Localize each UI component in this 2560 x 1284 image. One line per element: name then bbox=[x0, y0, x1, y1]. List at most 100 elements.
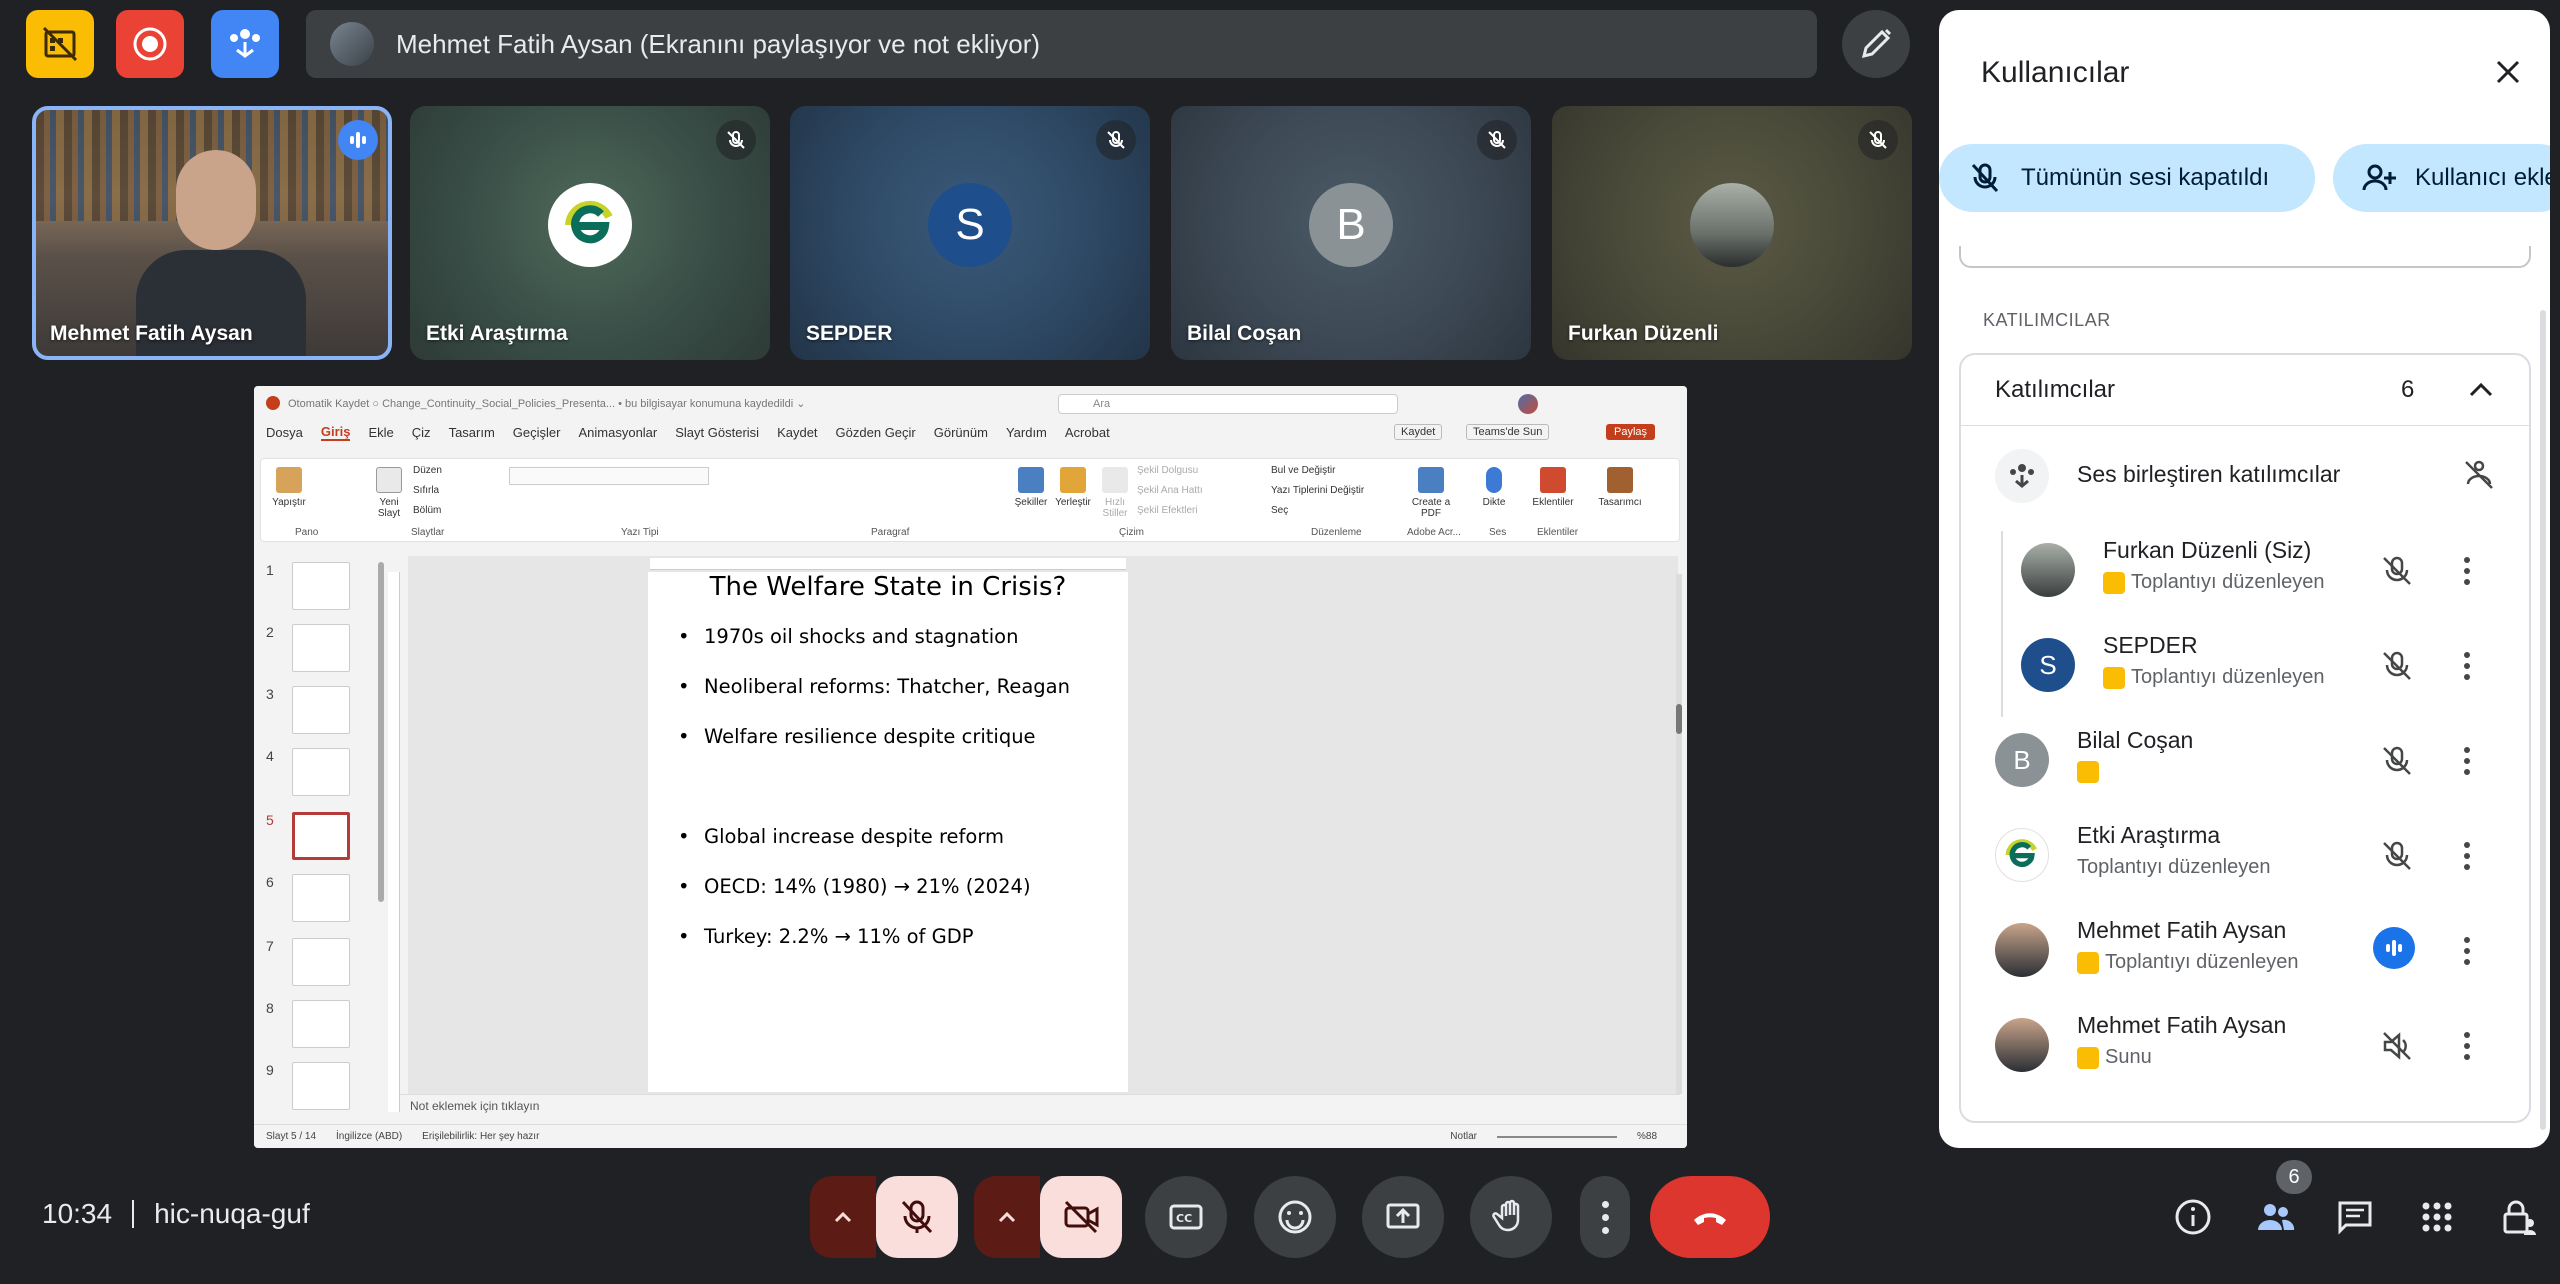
more-options-button[interactable] bbox=[1580, 1176, 1630, 1258]
pp-select[interactable]: Seç bbox=[1271, 505, 1288, 516]
pp-menu-gorunum[interactable]: Görünüm bbox=[934, 425, 988, 440]
close-panel-button[interactable] bbox=[2480, 44, 2536, 100]
current-slide[interactable]: The Welfare State in Crisis? 1970s oil s… bbox=[648, 572, 1128, 1092]
pp-menu-gecisler[interactable]: Geçişler bbox=[513, 425, 561, 440]
mute-all-chip[interactable]: Tümünün sesi kapatıldı bbox=[1939, 144, 2315, 212]
more-options-icon[interactable] bbox=[2457, 832, 2477, 880]
participant-row-bilal[interactable]: B Bilal Coşan bbox=[1961, 713, 2529, 808]
activities-apps-button[interactable] bbox=[2410, 1190, 2464, 1244]
pp-quick-styles-button[interactable]: Hızlı Stiller bbox=[1097, 467, 1133, 519]
pp-addins-button[interactable]: Eklentiler bbox=[1531, 467, 1575, 508]
tile-bilal[interactable]: B Bilal Coşan bbox=[1171, 106, 1531, 360]
more-options-icon[interactable] bbox=[2457, 1022, 2477, 1070]
pp-arrange-button[interactable]: Yerleştir bbox=[1053, 467, 1093, 508]
pp-create-pdf-button[interactable]: Create a PDF bbox=[1411, 467, 1451, 519]
thumb-slide-8[interactable]: 8 bbox=[260, 1000, 400, 1056]
participant-row-mehmet-presentation[interactable]: Mehmet Fatih Aysan Sunu bbox=[1961, 998, 2529, 1093]
tile-furkan[interactable]: Furkan Düzenli bbox=[1552, 106, 1912, 360]
pp-teams-button[interactable]: Teams'de Sun bbox=[1466, 424, 1550, 440]
pp-search-input[interactable]: Ara bbox=[1058, 394, 1398, 414]
pp-menu-ciz[interactable]: Çiz bbox=[412, 425, 431, 440]
presentation-audio-button[interactable] bbox=[2373, 1022, 2421, 1070]
pp-layout-button[interactable]: Düzen bbox=[413, 465, 442, 476]
pp-menu-acrobat[interactable]: Acrobat bbox=[1065, 425, 1110, 440]
more-options-icon[interactable] bbox=[2457, 547, 2477, 595]
pp-menu-dosya[interactable]: Dosya bbox=[266, 425, 303, 440]
participant-mic-button[interactable] bbox=[2373, 737, 2421, 785]
thumb-scrollbar[interactable] bbox=[378, 562, 384, 902]
more-options-icon[interactable] bbox=[2457, 737, 2477, 785]
pp-designer-button[interactable]: Tasarımcı bbox=[1595, 467, 1645, 508]
activities-button[interactable] bbox=[211, 10, 279, 78]
pp-shape-outline[interactable]: Şekil Ana Hattı bbox=[1137, 485, 1203, 496]
notes-toggle[interactable]: Notlar bbox=[1450, 1131, 1477, 1142]
pp-list-buttons[interactable] bbox=[789, 467, 969, 485]
language-indicator[interactable]: İngilizce (ABD) bbox=[336, 1131, 402, 1142]
participant-row-sepder[interactable]: S SEPDER Toplantıyı düzenleyen bbox=[1961, 618, 2529, 713]
participant-row-group[interactable]: Ses birleştiren katılımcılar bbox=[1961, 429, 2529, 524]
tile-sepder[interactable]: S SEPDER bbox=[790, 106, 1150, 360]
reactions-button[interactable] bbox=[1254, 1176, 1336, 1258]
captions-button[interactable]: CC bbox=[1145, 1176, 1227, 1258]
camera-toggle-button[interactable] bbox=[1040, 1176, 1122, 1258]
zoom-slider[interactable] bbox=[1496, 1135, 1617, 1138]
pp-shape-effects[interactable]: Şekil Efektleri bbox=[1137, 505, 1198, 516]
more-options-icon[interactable] bbox=[2457, 642, 2477, 690]
pp-menu-ekle[interactable]: Ekle bbox=[368, 425, 393, 440]
pp-shapes-button[interactable]: Şekiller bbox=[1011, 467, 1051, 508]
meeting-details-button[interactable] bbox=[2166, 1190, 2220, 1244]
accessibility-indicator[interactable]: Erişilebilirlik: Her şey hazır bbox=[422, 1131, 539, 1142]
annotate-button[interactable] bbox=[1842, 10, 1910, 78]
pp-record-button[interactable]: Kaydet bbox=[1394, 424, 1443, 440]
audio-options-button[interactable] bbox=[810, 1176, 876, 1258]
people-button[interactable] bbox=[2248, 1190, 2302, 1244]
pp-paste-button[interactable]: Yapıştır bbox=[269, 467, 309, 508]
pp-menu-giris[interactable]: Giriş bbox=[320, 424, 351, 441]
pp-share-button[interactable]: Paylaş bbox=[1606, 424, 1656, 440]
leave-call-button[interactable] bbox=[1650, 1176, 1770, 1258]
pp-reset-button[interactable]: Sıfırla bbox=[413, 485, 439, 496]
host-controls-lock-button[interactable] bbox=[2492, 1190, 2546, 1244]
panel-scrollbar[interactable] bbox=[2540, 310, 2546, 1130]
shared-screen-powerpoint[interactable]: Otomatik Kaydet ○ Change_Continuity_Soci… bbox=[254, 386, 1687, 1148]
pp-menu-yardim[interactable]: Yardım bbox=[1006, 425, 1047, 440]
pp-menu-gozden-gecir[interactable]: Gözden Geçir bbox=[836, 425, 916, 440]
video-options-button[interactable] bbox=[974, 1176, 1040, 1258]
host-controls-button[interactable] bbox=[26, 10, 94, 78]
pp-menu-kaydet[interactable]: Kaydet bbox=[777, 425, 817, 440]
pp-font-select[interactable] bbox=[509, 467, 709, 485]
pp-menu-slayt-gosterisi[interactable]: Slayt Gösterisi bbox=[675, 425, 759, 440]
thumb-slide-9[interactable]: 9 bbox=[260, 1062, 400, 1118]
pp-replace-fonts[interactable]: Yazı Tiplerini Değiştir bbox=[1271, 485, 1364, 496]
more-options-icon[interactable] bbox=[2457, 927, 2477, 975]
thumb-slide-7[interactable]: 7 bbox=[260, 938, 400, 994]
participant-mic-button[interactable] bbox=[2373, 642, 2421, 690]
pp-find-replace[interactable]: Bul ve Değiştir bbox=[1271, 465, 1335, 476]
participant-mic-button[interactable] bbox=[2373, 832, 2421, 880]
pp-menu-tasarim[interactable]: Tasarım bbox=[449, 425, 495, 440]
raise-hand-button[interactable] bbox=[1470, 1176, 1552, 1258]
participant-row-etki[interactable]: Etki Araştırma Toplantıyı düzenleyen bbox=[1961, 808, 2529, 903]
add-user-chip[interactable]: Kullanıcı ekle bbox=[2333, 144, 2550, 212]
microphone-toggle-button[interactable] bbox=[876, 1176, 958, 1258]
pp-shape-fill[interactable]: Şekil Dolgusu bbox=[1137, 465, 1198, 476]
pp-section-button[interactable]: Bölüm bbox=[413, 505, 441, 516]
recording-button[interactable] bbox=[116, 10, 184, 78]
pp-new-slide-button[interactable]: Yeni Slayt bbox=[371, 467, 407, 519]
tile-etki[interactable]: Etki Araştırma bbox=[410, 106, 770, 360]
zoom-level[interactable]: %88 bbox=[1637, 1131, 1657, 1142]
present-screen-button[interactable] bbox=[1362, 1176, 1444, 1258]
tile-mehmet[interactable]: Mehmet Fatih Aysan bbox=[32, 106, 392, 360]
group-mute-button[interactable] bbox=[2455, 451, 2503, 499]
slide-scrollbar[interactable] bbox=[1676, 574, 1682, 1094]
participant-row-furkan[interactable]: Furkan Düzenli (Siz) Toplantıyı düzenley… bbox=[1961, 523, 2529, 618]
notes-pane[interactable]: Not eklemek için tıklayın bbox=[400, 1094, 1680, 1116]
pp-menu-animasyonlar[interactable]: Animasyonlar bbox=[578, 425, 657, 440]
pp-account-avatar[interactable] bbox=[1518, 394, 1538, 414]
participant-mic-button[interactable] bbox=[2373, 547, 2421, 595]
pp-dictate-button[interactable]: Dikte bbox=[1479, 467, 1509, 508]
presenter-bar[interactable]: Mehmet Fatih Aysan (Ekranını paylaşıyor … bbox=[306, 10, 1817, 78]
participants-header[interactable]: Katılımcılar 6 bbox=[1961, 355, 2529, 425]
participant-row-mehmet[interactable]: Mehmet Fatih Aysan Toplantıyı düzenleyen bbox=[1961, 903, 2529, 998]
chat-button[interactable] bbox=[2328, 1190, 2382, 1244]
